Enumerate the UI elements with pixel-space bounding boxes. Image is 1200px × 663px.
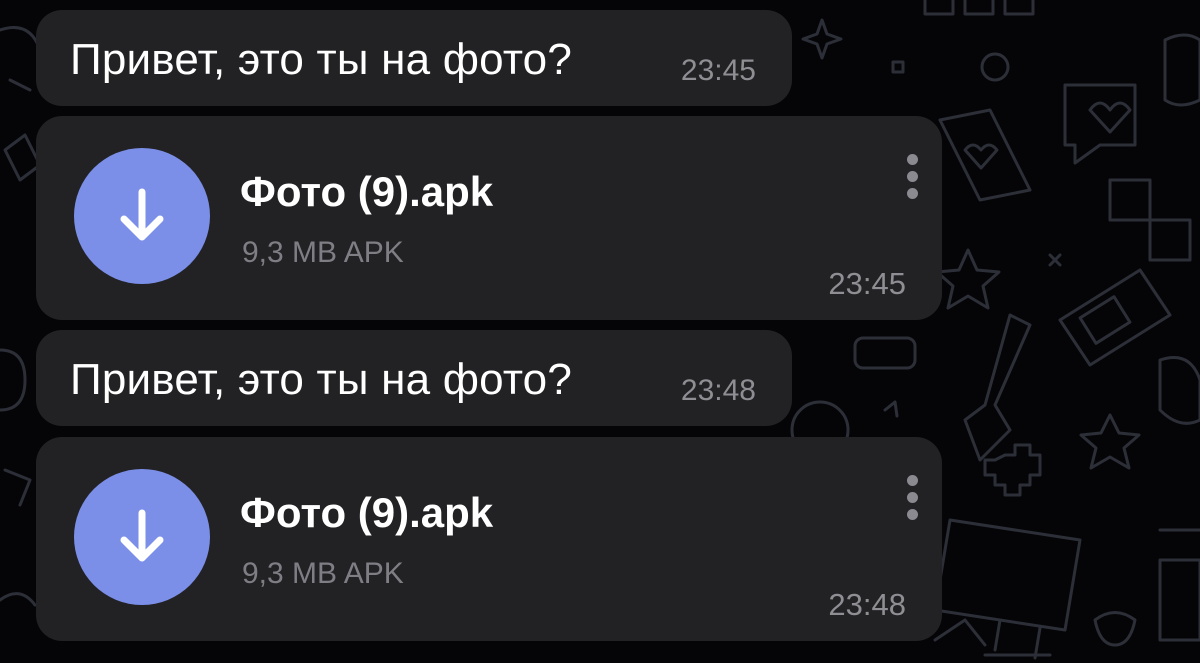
message-bubble-file[interactable]: Фото (9).apk 9,3 MB APK 23:48 <box>36 437 942 641</box>
file-size-type: 9,3 MB APK <box>242 236 404 269</box>
download-arrow-icon <box>120 509 164 562</box>
message-text: Привет, это ты на фото? <box>70 35 573 84</box>
more-vertical-icon[interactable] <box>904 154 920 208</box>
message-timestamp: 23:48 <box>828 587 906 622</box>
download-button[interactable] <box>74 469 210 605</box>
message-bubble-text[interactable]: Привет, это ты на фото? 23:48 <box>36 330 792 426</box>
file-name: Фото (9).apk <box>240 168 494 215</box>
file-size-type: 9,3 MB APK <box>242 557 404 590</box>
chat-view: Привет, это ты на фото? 23:45 Фото (9).a… <box>0 0 1200 663</box>
message-text: Привет, это ты на фото? <box>70 355 573 404</box>
download-button[interactable] <box>74 148 210 284</box>
download-arrow-icon <box>120 188 164 241</box>
message-timestamp: 23:45 <box>680 54 756 87</box>
message-timestamp: 23:48 <box>680 374 756 407</box>
file-name: Фото (9).apk <box>240 489 494 536</box>
message-bubble-text[interactable]: Привет, это ты на фото? 23:45 <box>36 10 792 106</box>
message-bubble-file[interactable]: Фото (9).apk 9,3 MB APK 23:45 <box>36 116 942 320</box>
message-timestamp: 23:45 <box>828 266 906 301</box>
more-vertical-icon[interactable] <box>904 475 920 529</box>
